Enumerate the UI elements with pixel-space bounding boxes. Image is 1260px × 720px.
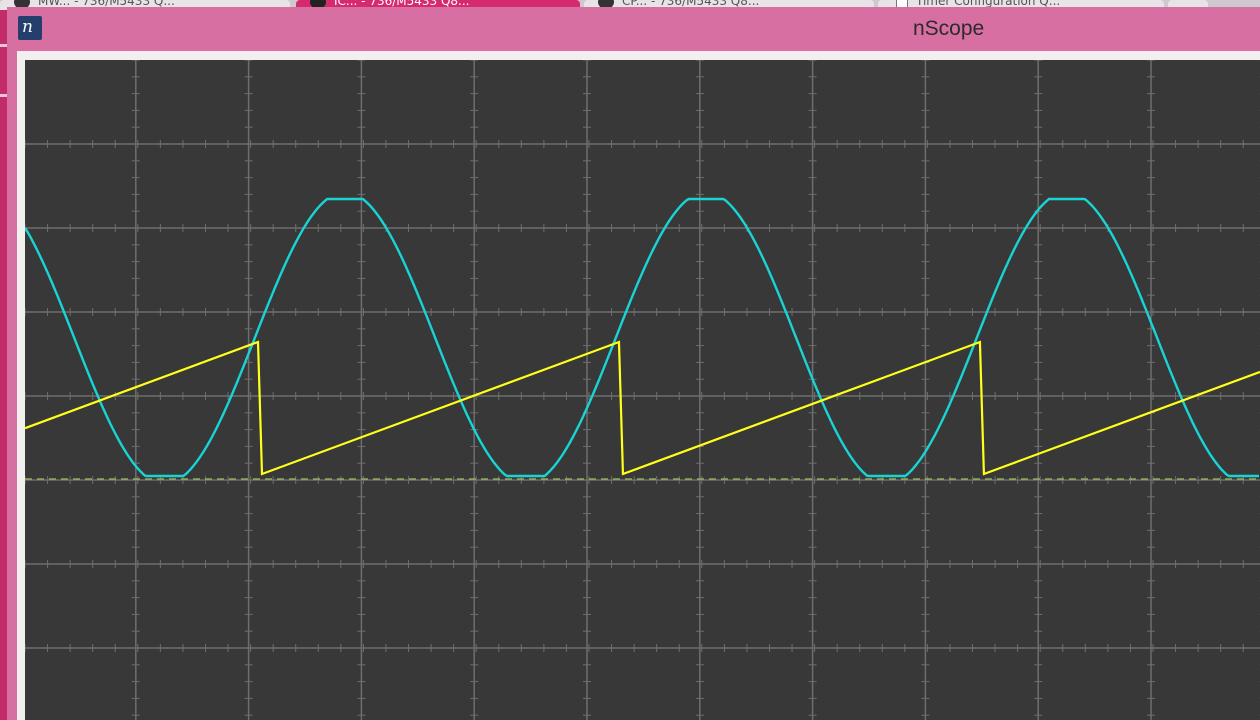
channel-2-sawtooth-trace (25, 340, 1260, 476)
app-icon-letter: n (22, 17, 33, 37)
window-client-area (17, 51, 1260, 720)
window-title: nScope (913, 17, 985, 40)
title-bar[interactable]: n nScope (7, 7, 1260, 51)
edge-marker (0, 94, 7, 97)
channel-1-sine-trace (25, 197, 1259, 478)
nscope-window: n nScope (7, 7, 1260, 720)
edge-marker (0, 44, 7, 47)
nscope-app-icon[interactable]: n (18, 16, 42, 40)
scope-grid (25, 60, 1260, 720)
background-window-edge (0, 10, 7, 720)
oscilloscope-display[interactable] (25, 60, 1260, 720)
oscilloscope-plot (25, 60, 1260, 720)
